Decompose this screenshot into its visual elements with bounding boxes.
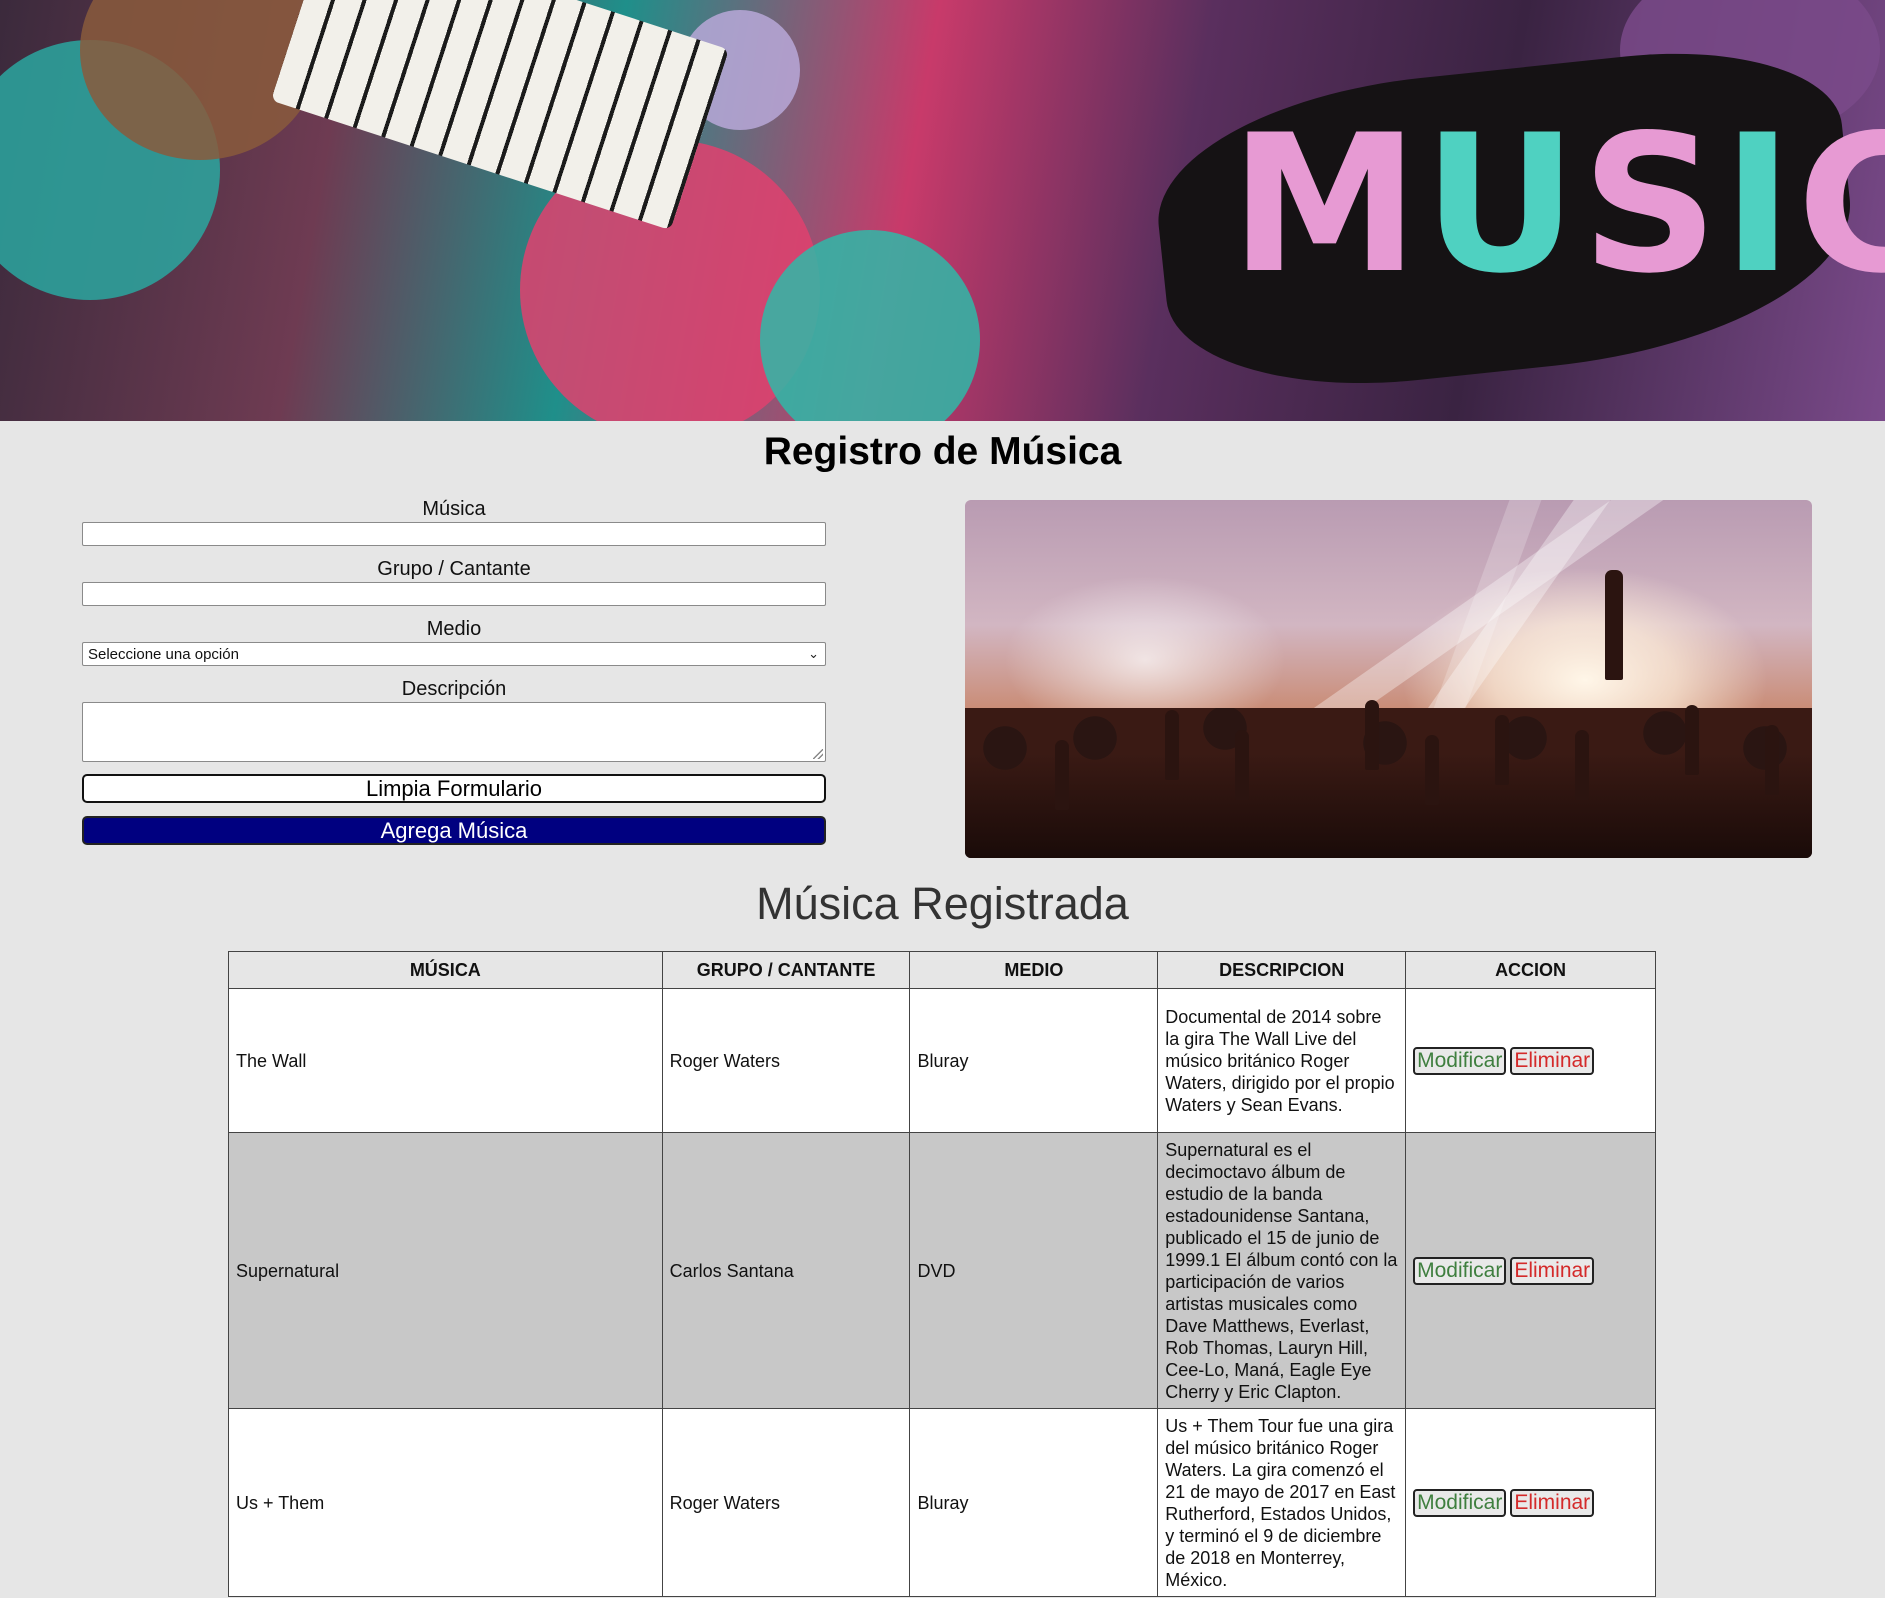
modify-button[interactable]: Modificar [1413,1046,1507,1075]
medio-select[interactable]: Seleccione una opción ⌄ [82,642,826,666]
cell-descripcion: Us + Them Tour fue una gira del músico b… [1157,1408,1407,1597]
musica-input[interactable] [82,522,826,546]
header-descripcion: DESCRIPCION [1157,951,1407,989]
cell-musica: Us + Them [228,1408,663,1597]
concert-image [965,500,1812,858]
grupo-input[interactable] [82,582,826,606]
chevron-down-icon: ⌄ [808,646,819,661]
add-music-button[interactable]: Agrega Música [82,816,826,845]
cell-grupo: Roger Waters [661,1408,911,1597]
music-table: MÚSICA GRUPO / CANTANTE MEDIO DESCRIPCIO… [228,951,1656,1597]
delete-button[interactable]: Eliminar [1510,1046,1595,1075]
descripcion-textarea[interactable] [82,702,826,762]
cell-medio: Bluray [909,1408,1159,1597]
table-row: The Wall Roger Waters Bluray Documental … [228,988,1656,1133]
grupo-label: Grupo / Cantante [377,558,531,580]
medio-select-value: Seleccione una opción [88,645,239,663]
medio-label: Medio [426,618,482,640]
cell-medio: DVD [909,1132,1159,1409]
cell-accion: Modificar Eliminar [1405,1408,1656,1597]
cell-musica: The Wall [228,988,663,1133]
header-accion: ACCION [1405,951,1656,989]
modify-button[interactable]: Modificar [1413,1488,1507,1517]
cell-medio: Bluray [909,988,1159,1133]
cell-accion: Modificar Eliminar [1405,1132,1656,1409]
header-grupo: GRUPO / CANTANTE [661,951,911,989]
resize-handle-icon[interactable] [813,749,823,759]
clear-form-button[interactable]: Limpia Formulario [82,774,826,803]
cell-grupo: Roger Waters [661,988,911,1133]
table-row: Us + Them Roger Waters Bluray Us + Them … [228,1408,1656,1597]
section-title: Música Registrada [756,878,1129,929]
table-row: Supernatural Carlos Santana DVD Supernat… [228,1132,1656,1409]
delete-button[interactable]: Eliminar [1510,1256,1595,1285]
piano-keys-graphic [270,0,730,231]
music-form: Música Grupo / Cantante Medio Seleccione… [82,496,826,845]
cell-descripcion: Documental de 2014 sobre la gira The Wal… [1157,988,1407,1133]
cell-grupo: Carlos Santana [661,1132,911,1409]
cell-musica: Supernatural [228,1132,663,1409]
delete-button[interactable]: Eliminar [1510,1488,1595,1517]
table-header-row: MÚSICA GRUPO / CANTANTE MEDIO DESCRIPCIO… [228,951,1656,989]
modify-button[interactable]: Modificar [1413,1256,1507,1285]
music-banner-image: MUSIC [0,0,1885,421]
descripcion-label: Descripción [401,678,507,700]
header-musica: MÚSICA [228,951,663,989]
cell-descripcion: Supernatural es el decimoctavo álbum de … [1157,1132,1407,1409]
header-medio: MEDIO [909,951,1159,989]
cell-accion: Modificar Eliminar [1405,988,1656,1133]
page-title: Registro de Música [763,430,1122,473]
musica-label: Música [422,498,486,520]
music-banner-word: MUSIC [1230,94,1885,315]
